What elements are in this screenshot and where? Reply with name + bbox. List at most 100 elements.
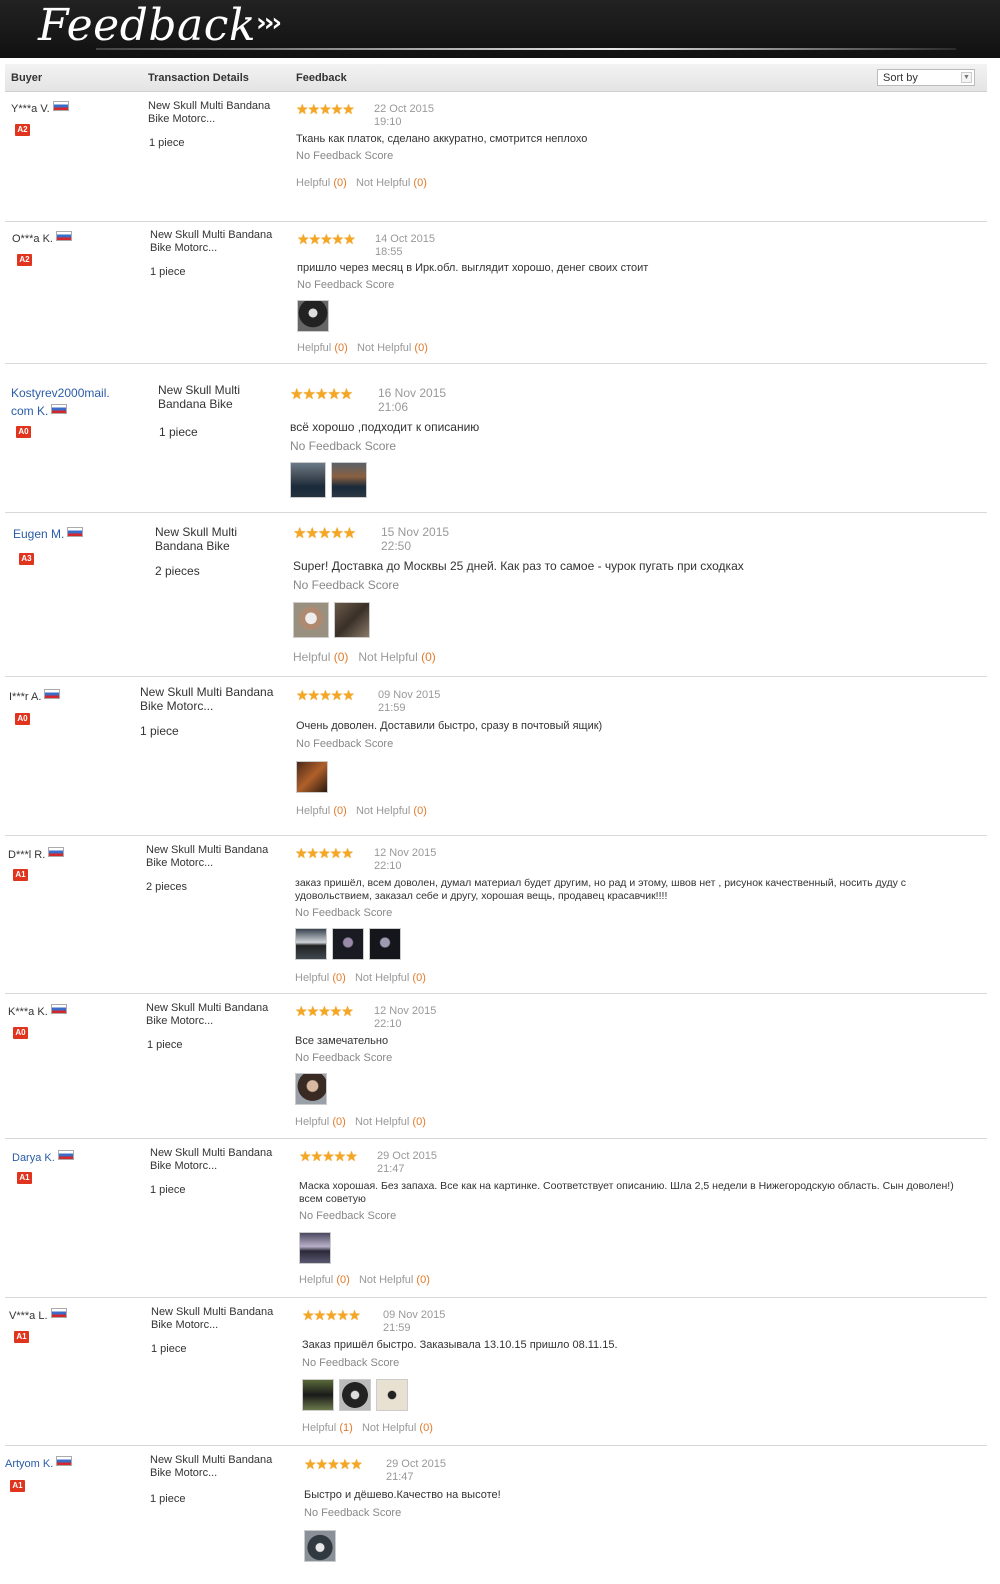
helpful-button[interactable]: Helpful (0) bbox=[299, 1274, 350, 1286]
rating-stars: ★★★★★ bbox=[304, 1456, 363, 1472]
helpful-button[interactable]: Helpful (0) bbox=[297, 342, 348, 354]
quantity: 2 pieces bbox=[155, 564, 200, 578]
table-row: Kostyrev2000mail. com K. A0 New Skull Mul… bbox=[5, 364, 987, 513]
review-photo[interactable] bbox=[376, 1379, 408, 1411]
column-header-transaction: Transaction Details bbox=[148, 72, 249, 84]
sort-by-select[interactable]: Sort by ▼ bbox=[877, 69, 975, 86]
buyer-level-badge: A1 bbox=[17, 1172, 32, 1184]
helpful-button[interactable]: Helpful (0) bbox=[295, 972, 346, 984]
buyer-name: V***a L. bbox=[9, 1308, 67, 1322]
flag-icon bbox=[67, 527, 84, 537]
review-photo[interactable] bbox=[339, 1379, 371, 1411]
helpful-votes: Helpful (1) Not Helpful (0) bbox=[302, 1422, 433, 1434]
not-helpful-button[interactable]: Not Helpful (0) bbox=[356, 805, 427, 817]
buyer-name[interactable]: Darya K. bbox=[12, 1150, 74, 1164]
feedback-date: 14 Oct 2015 18:55 bbox=[375, 233, 435, 258]
buyer-level-badge: A1 bbox=[14, 1331, 29, 1343]
feedback-score: No Feedback Score bbox=[299, 1210, 397, 1222]
dropdown-arrow-icon[interactable]: ▼ bbox=[961, 72, 972, 83]
review-photo[interactable] bbox=[290, 462, 326, 498]
buyer-name[interactable]: Artyom K. bbox=[5, 1456, 73, 1470]
column-header-buyer: Buyer bbox=[11, 72, 43, 84]
buyer-level-badge: A1 bbox=[13, 869, 28, 881]
feedback-score: No Feedback Score bbox=[296, 150, 394, 162]
buyer-level-badge: A1 bbox=[10, 1480, 25, 1492]
not-helpful-button[interactable]: Not Helpful (0) bbox=[356, 177, 427, 189]
review-photo[interactable] bbox=[334, 602, 370, 638]
not-helpful-button[interactable]: Not Helpful (0) bbox=[358, 650, 435, 664]
helpful-votes: Helpful (0) Not Helpful (0) bbox=[297, 342, 428, 354]
feedback-score: No Feedback Score bbox=[295, 907, 393, 919]
product-link[interactable]: New Skull Multi Bandana Bike Motorc... bbox=[140, 685, 278, 714]
feedback-score: No Feedback Score bbox=[296, 738, 394, 750]
review-photo[interactable] bbox=[369, 928, 401, 960]
product-link[interactable]: New Skull Multi Bandana Bike Motorc... bbox=[150, 1454, 285, 1480]
product-link[interactable]: New Skull Multi Bandana Bike Motorc... bbox=[150, 229, 280, 255]
helpful-button[interactable]: Helpful (0) bbox=[295, 1116, 346, 1128]
flag-icon bbox=[52, 101, 69, 111]
not-helpful-button[interactable]: Not Helpful (0) bbox=[355, 1116, 426, 1128]
helpful-votes: Helpful (0) Not Helpful (0) bbox=[296, 805, 427, 817]
rating-stars: ★★★★★ bbox=[297, 231, 356, 247]
helpful-button[interactable]: Helpful (0) bbox=[296, 805, 347, 817]
table-row: D***l R. A1 New Skull Multi Bandana Bike… bbox=[5, 836, 987, 994]
flag-icon bbox=[57, 1150, 74, 1160]
feedback-score: No Feedback Score bbox=[297, 279, 395, 291]
review-photo[interactable] bbox=[295, 1073, 327, 1105]
helpful-button[interactable]: Helpful (0) bbox=[293, 650, 348, 664]
review-photos bbox=[297, 300, 334, 332]
banner-title: Feedback bbox=[38, 0, 257, 51]
feedback-text: Маска хорошая. Без запаха. Все как на ка… bbox=[299, 1180, 954, 1205]
quantity: 1 piece bbox=[140, 724, 179, 738]
product-link[interactable]: New Skull Multi Bandana Bike Motorc... bbox=[148, 100, 278, 126]
feedback-score: No Feedback Score bbox=[290, 439, 397, 453]
review-photo[interactable] bbox=[332, 928, 364, 960]
buyer-name: K***a K. bbox=[8, 1004, 67, 1018]
rating-stars: ★★★★★ bbox=[293, 525, 356, 542]
quantity: 1 piece bbox=[159, 425, 198, 439]
feedback-text: Заказ пришёл быстро. Заказывала 13.10.15… bbox=[302, 1339, 618, 1351]
helpful-votes: Helpful (0) Not Helpful (0) bbox=[295, 972, 426, 984]
feedback-score: No Feedback Score bbox=[304, 1507, 402, 1519]
product-link[interactable]: New Skull Multi Bandana Bike Motorc... bbox=[146, 844, 281, 870]
flag-icon bbox=[56, 1456, 73, 1466]
flag-icon bbox=[44, 689, 61, 699]
review-photos bbox=[299, 1232, 336, 1264]
review-photo[interactable] bbox=[331, 462, 367, 498]
buyer-name[interactable]: Kostyrev2000mail. com K. bbox=[11, 384, 110, 420]
review-photo[interactable] bbox=[302, 1379, 334, 1411]
product-link[interactable]: New Skull Multi Bandana Bike bbox=[158, 383, 258, 412]
product-link[interactable]: New Skull Multi Bandana Bike Motorc... bbox=[146, 1002, 281, 1028]
review-photo[interactable] bbox=[304, 1530, 336, 1562]
review-photos bbox=[296, 761, 333, 793]
product-link[interactable]: New Skull Multi Bandana Bike Motorc... bbox=[150, 1147, 285, 1173]
product-link[interactable]: New Skull Multi Bandana Bike Motorc... bbox=[151, 1306, 286, 1332]
feedback-date: 09 Nov 2015 21:59 bbox=[378, 689, 441, 714]
helpful-votes: Helpful (0) Not Helpful (0) bbox=[293, 650, 436, 664]
product-link[interactable]: New Skull Multi Bandana Bike bbox=[155, 525, 255, 554]
feedback-text: Очень доволен. Доставили быстро, сразу в… bbox=[296, 720, 603, 732]
helpful-button[interactable]: Helpful (0) bbox=[296, 177, 347, 189]
feedback-date: 29 Oct 2015 21:47 bbox=[386, 1458, 446, 1483]
feedback-date: 29 Oct 2015 21:47 bbox=[377, 1150, 437, 1175]
buyer-name[interactable]: Eugen M. bbox=[13, 527, 84, 541]
review-photo[interactable] bbox=[299, 1232, 331, 1264]
not-helpful-button[interactable]: Not Helpful (0) bbox=[357, 342, 428, 354]
feedback-score: No Feedback Score bbox=[295, 1052, 393, 1064]
feedback-text: заказ пришёл, всем доволен, думал матери… bbox=[295, 877, 907, 902]
rating-stars: ★★★★★ bbox=[295, 1003, 354, 1019]
not-helpful-button[interactable]: Not Helpful (0) bbox=[362, 1422, 433, 1434]
review-photo[interactable] bbox=[297, 300, 329, 332]
not-helpful-button[interactable]: Not Helpful (0) bbox=[355, 972, 426, 984]
review-photo[interactable] bbox=[296, 761, 328, 793]
sort-by-label: Sort by bbox=[883, 72, 918, 84]
not-helpful-button[interactable]: Not Helpful (0) bbox=[359, 1274, 430, 1286]
quantity: 1 piece bbox=[149, 137, 185, 149]
review-photo[interactable] bbox=[295, 928, 327, 960]
buyer-level-badge: A2 bbox=[15, 124, 30, 136]
rating-stars: ★★★★★ bbox=[299, 1148, 358, 1164]
buyer-name: I***r A. bbox=[9, 689, 61, 703]
helpful-button[interactable]: Helpful (1) bbox=[302, 1422, 353, 1434]
review-photo[interactable] bbox=[293, 602, 329, 638]
table-row: I***r A. A0 New Skull Multi Bandana Bike… bbox=[5, 677, 987, 836]
